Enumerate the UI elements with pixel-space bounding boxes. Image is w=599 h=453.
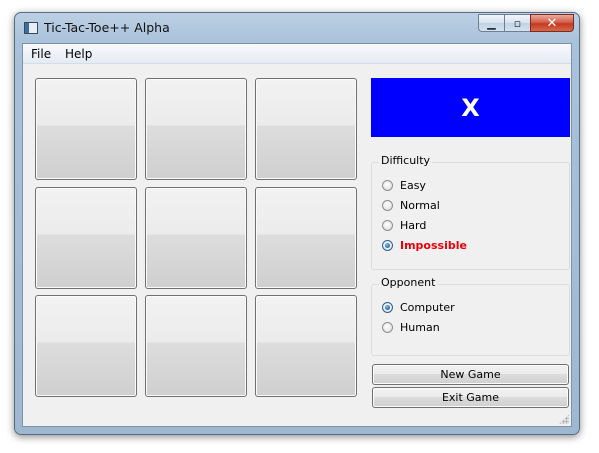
opponent-label-human: Human — [400, 320, 440, 334]
board-cell-2[interactable] — [145, 78, 247, 180]
window-title: Tic-Tac-Toe++ Alpha — [44, 20, 170, 35]
opponent-label-computer: Computer — [400, 300, 455, 314]
new-game-button[interactable]: New Game — [372, 364, 569, 385]
menu-help[interactable]: Help — [65, 47, 92, 61]
difficulty-option-easy[interactable]: Easy — [382, 178, 426, 192]
board-cell-4[interactable] — [35, 187, 137, 289]
difficulty-label-impossible: Impossible — [400, 238, 467, 252]
difficulty-group-title: Difficulty — [379, 154, 433, 167]
radio-impossible[interactable] — [382, 239, 393, 251]
opponent-option-human[interactable]: Human — [382, 320, 440, 334]
board-cell-7[interactable] — [35, 295, 137, 397]
minimize-icon: ▁ — [487, 16, 496, 30]
difficulty-label-hard: Hard — [400, 218, 427, 232]
resize-grip[interactable] — [559, 414, 569, 424]
close-icon: ✕ — [546, 15, 558, 31]
main-window: Tic-Tac-Toe++ Alpha ▁ ▫ ✕ File Help X Di… — [14, 12, 580, 435]
difficulty-option-normal[interactable]: Normal — [382, 198, 440, 212]
current-player-indicator: X — [371, 78, 570, 137]
radio-computer[interactable] — [382, 301, 393, 313]
board-cell-8[interactable] — [145, 295, 247, 397]
maximize-button[interactable]: ▫ — [504, 14, 530, 32]
menu-bar: File Help — [23, 44, 571, 64]
radio-easy[interactable] — [382, 179, 393, 191]
current-player-symbol: X — [461, 93, 480, 122]
radio-human[interactable] — [382, 321, 393, 333]
opponent-group: Opponent Computer Human — [371, 276, 570, 356]
difficulty-option-hard[interactable]: Hard — [382, 218, 426, 232]
board-cell-1[interactable] — [35, 78, 137, 180]
board-cell-6[interactable] — [255, 187, 357, 289]
board-cell-9[interactable] — [255, 295, 357, 397]
radio-normal[interactable] — [382, 199, 393, 211]
exit-game-button[interactable]: Exit Game — [372, 387, 569, 408]
close-button[interactable]: ✕ — [530, 14, 574, 32]
app-window-icon[interactable] — [24, 22, 38, 34]
difficulty-option-impossible[interactable]: Impossible — [382, 238, 467, 252]
caption-buttons: ▁ ▫ ✕ — [478, 14, 574, 32]
opponent-group-title: Opponent — [379, 276, 438, 289]
board-cell-3[interactable] — [255, 78, 357, 180]
board-cell-5[interactable] — [145, 187, 247, 289]
difficulty-label-easy: Easy — [400, 178, 426, 192]
difficulty-group: Difficulty Easy Normal Hard Impossible — [371, 154, 570, 270]
difficulty-label-normal: Normal — [400, 198, 440, 212]
maximize-icon: ▫ — [513, 16, 522, 30]
game-board — [35, 78, 359, 398]
radio-hard[interactable] — [382, 219, 393, 231]
minimize-button[interactable]: ▁ — [478, 14, 504, 32]
client-area: File Help X Difficulty Easy Normal Hard … — [22, 43, 572, 427]
menu-file[interactable]: File — [31, 47, 51, 61]
title-bar[interactable]: Tic-Tac-Toe++ Alpha ▁ ▫ ✕ — [15, 13, 579, 43]
opponent-option-computer[interactable]: Computer — [382, 300, 455, 314]
